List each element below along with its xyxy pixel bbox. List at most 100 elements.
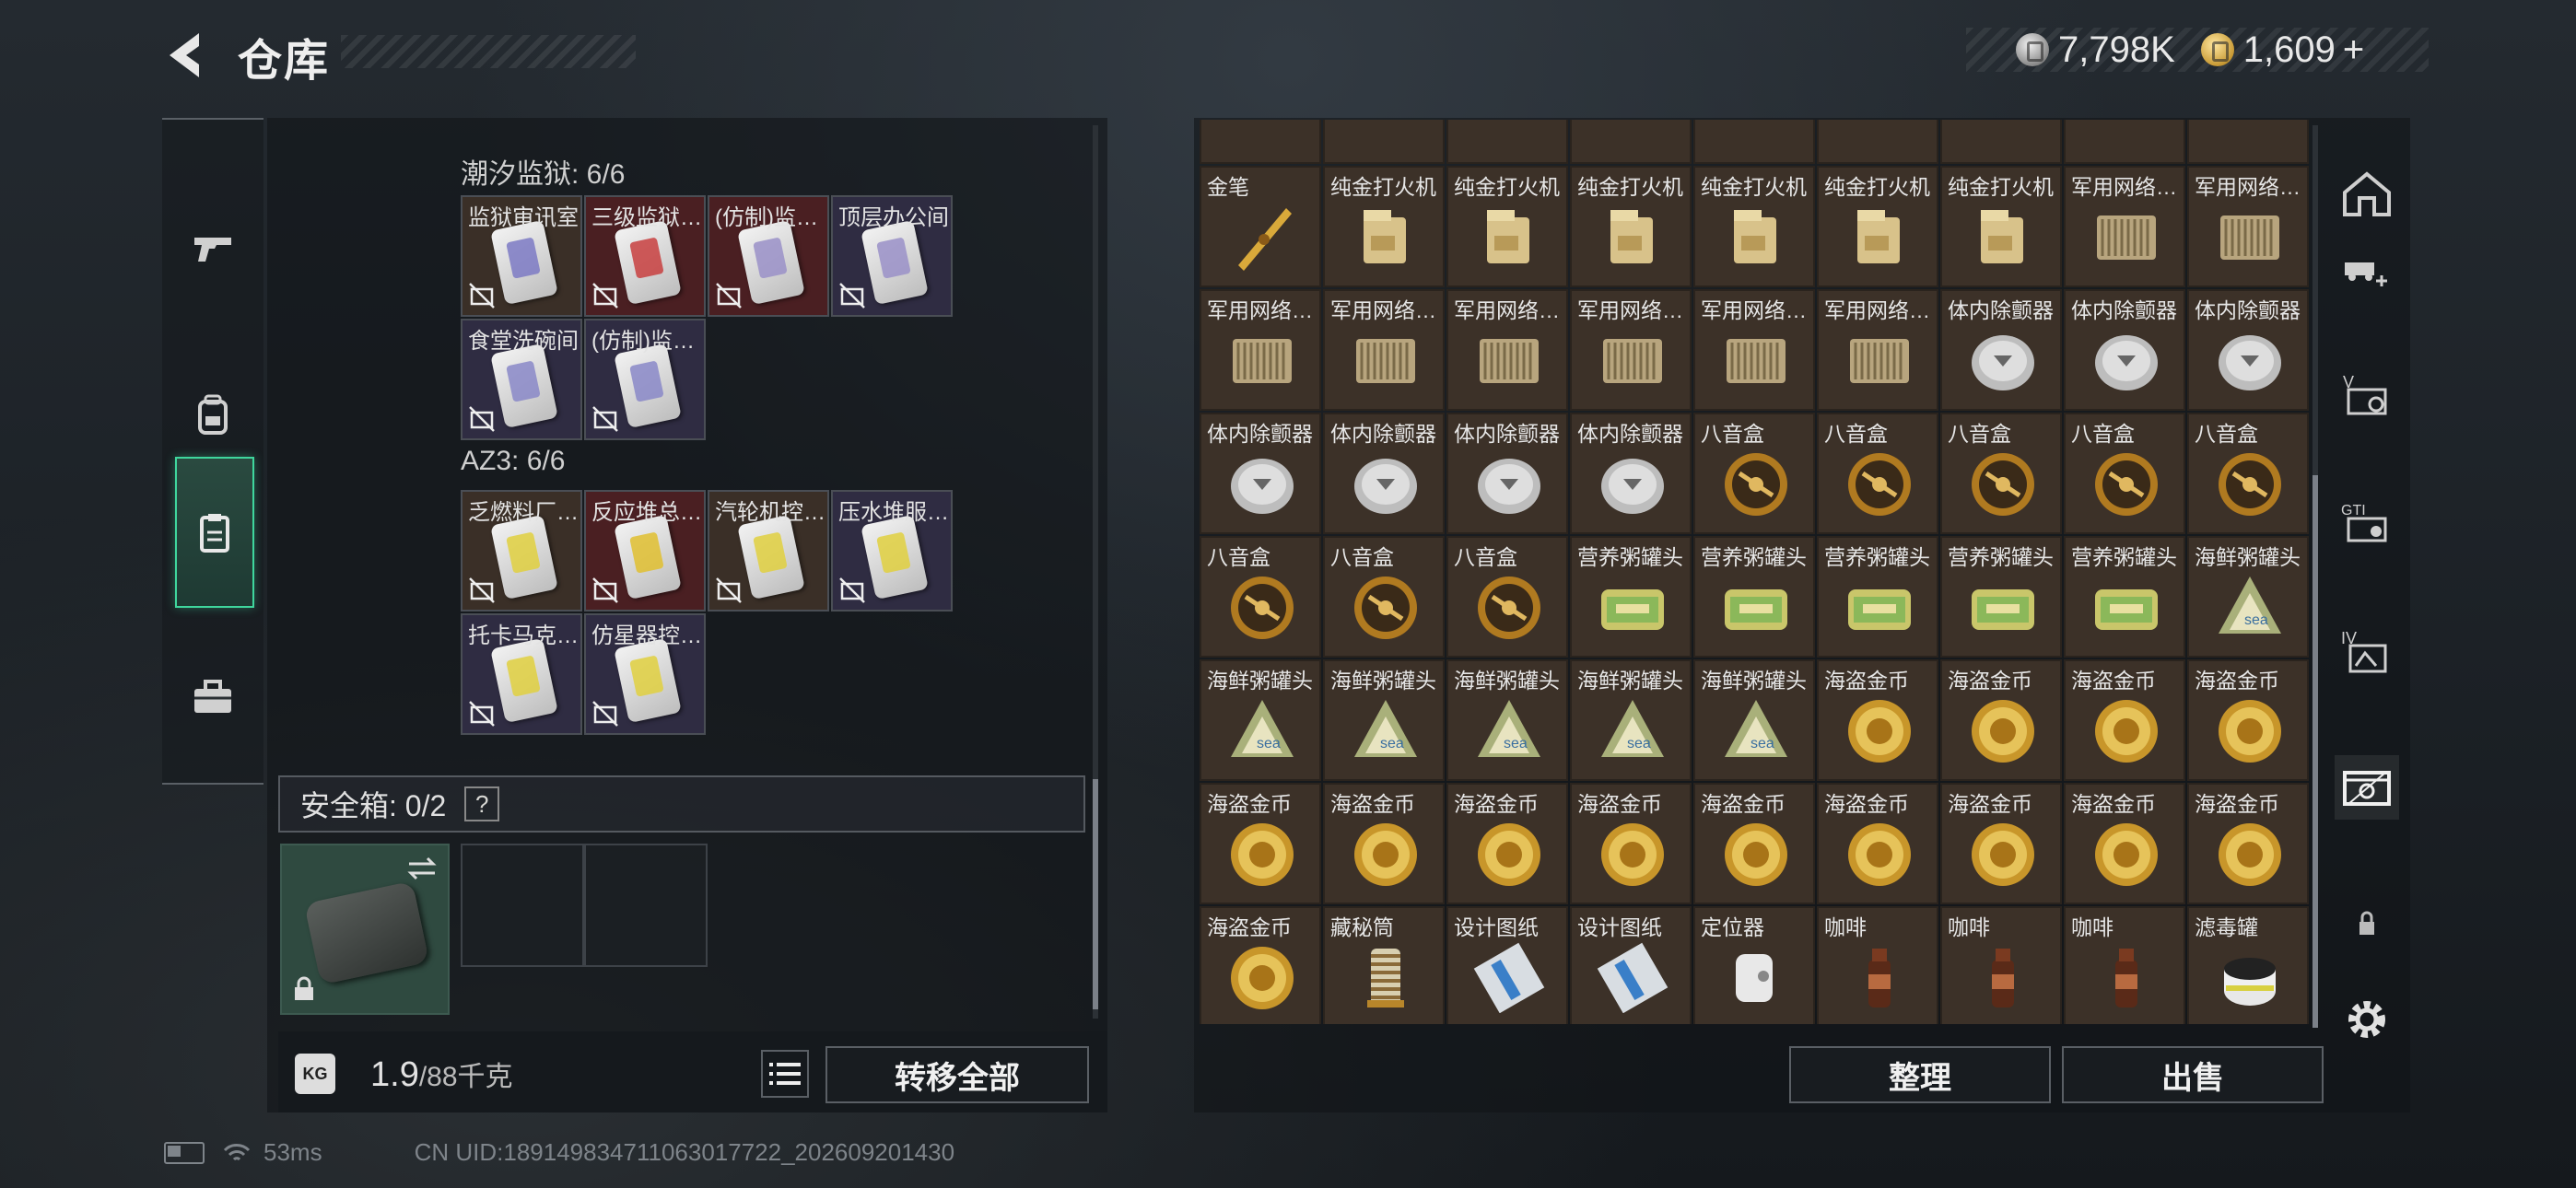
inventory-item[interactable]: 营养粥罐头 [1940,536,2062,658]
right-scroll-thumb[interactable] [2313,475,2318,1028]
inventory-item[interactable]: 八音盒 [1200,536,1321,658]
safe-box-slot[interactable] [280,844,450,1015]
partial-grid-cell[interactable] [1817,120,1938,164]
nav-case[interactable] [2335,755,2399,820]
inventory-item[interactable]: 海盗金币 [2064,783,2185,904]
left-scrollbar[interactable] [1093,125,1098,1019]
partial-grid-cell[interactable] [1940,120,2062,164]
inventory-item[interactable]: 军用网络… [1693,289,1815,411]
nav-settings[interactable] [2335,987,2399,1052]
inventory-item[interactable]: 军用网络… [2064,166,2185,287]
inventory-item[interactable]: 八音盒 [1446,536,1568,658]
transfer-all-button[interactable]: 转移全部 [825,1046,1089,1103]
inventory-item[interactable]: 海盗金币 [1940,659,2062,781]
right-scrollbar[interactable] [2313,125,2318,1028]
keycard-item[interactable]: 托卡马克… [461,613,582,735]
inventory-item[interactable]: 八音盒 [2187,413,2309,534]
empty-safe-slot[interactable] [584,844,708,967]
inventory-item[interactable]: 纯金打火机 [1323,166,1445,287]
inventory-item[interactable]: 藏秘筒 [1323,906,1445,1024]
inventory-item[interactable]: 纯金打火机 [1940,166,2062,287]
add-currency-button[interactable]: + [2343,29,2364,71]
list-view-button[interactable] [761,1050,809,1098]
keycard-item[interactable]: 汽轮机控… [708,490,829,611]
keycard-item[interactable]: 监狱审讯室 [461,195,582,317]
partial-grid-cell[interactable] [2064,120,2185,164]
inventory-item[interactable]: sea 海鲜粥罐头 [1693,659,1815,781]
help-button[interactable]: ? [464,786,500,821]
inventory-item[interactable]: sea 海鲜粥罐头 [1323,659,1445,781]
inventory-item[interactable]: 体内除颤器 [2187,289,2309,411]
inventory-item[interactable]: 体内除颤器 [1200,413,1321,534]
inventory-item[interactable]: 军用网络… [1446,289,1568,411]
inventory-item[interactable]: sea 海鲜粥罐头 [1446,659,1568,781]
inventory-item[interactable]: 海盗金币 [1570,783,1692,904]
inventory-item[interactable]: 体内除颤器 [1323,413,1445,534]
inventory-item[interactable]: 纯金打火机 [1817,166,1938,287]
inventory-item[interactable]: 八音盒 [1817,413,1938,534]
inventory-item[interactable]: sea 海鲜粥罐头 [1570,659,1692,781]
inventory-item[interactable]: 海盗金币 [2187,659,2309,781]
keycard-item[interactable]: 顶层办公间 [831,195,953,317]
inventory-item[interactable]: 军用网络… [1200,289,1321,411]
nav-tier-v[interactable]: V [2335,363,2399,427]
inventory-item[interactable]: sea 海鲜粥罐头 [2187,536,2309,658]
partial-grid-cell[interactable] [1200,120,1321,164]
keycard-item[interactable]: 压水堆服… [831,490,953,611]
inventory-item[interactable]: 海盗金币 [1200,783,1321,904]
keycard-item[interactable]: 仿星器控… [584,613,706,735]
inventory-item[interactable]: 海盗金币 [1940,783,2062,904]
keycard-item[interactable]: 乏燃料厂… [461,490,582,611]
partial-grid-cell[interactable] [1570,120,1692,164]
sell-button[interactable]: 出售 [2062,1046,2324,1103]
partial-grid-cell[interactable] [1323,120,1445,164]
keycard-item[interactable]: (仿制)监… [584,319,706,440]
inventory-item[interactable]: 海盗金币 [1446,783,1568,904]
nav-tools[interactable] [175,623,251,770]
inventory-item[interactable]: 体内除颤器 [1446,413,1568,534]
inventory-item[interactable]: 海盗金币 [2064,659,2185,781]
inventory-item[interactable]: 海盗金币 [1817,659,1938,781]
inventory-item[interactable]: sea 海鲜粥罐头 [1200,659,1321,781]
organize-button[interactable]: 整理 [1789,1046,2051,1103]
inventory-item[interactable]: 海盗金币 [1200,906,1321,1024]
inventory-item[interactable]: 滤毒罐 [2187,906,2309,1024]
inventory-item[interactable]: 体内除颤器 [1940,289,2062,411]
nav-weapons[interactable] [175,175,251,322]
partial-grid-cell[interactable] [1446,120,1568,164]
inventory-item[interactable]: 体内除颤器 [1570,413,1692,534]
keycard-item[interactable]: 食堂洗碗间 [461,319,582,440]
partial-grid-cell[interactable] [1693,120,1815,164]
inventory-item[interactable]: 营养粥罐头 [2064,536,2185,658]
inventory-item[interactable]: 海盗金币 [2187,783,2309,904]
inventory-item[interactable]: 海盗金币 [1323,783,1445,904]
back-button[interactable] [162,28,208,83]
inventory-item[interactable]: 八音盒 [1940,413,2062,534]
inventory-item[interactable]: 体内除颤器 [2064,289,2185,411]
inventory-item[interactable]: 军用网络… [1323,289,1445,411]
inventory-item[interactable]: 海盗金币 [1693,783,1815,904]
inventory-item[interactable]: 纯金打火机 [1570,166,1692,287]
inventory-item[interactable]: 设计图纸 [1446,906,1568,1024]
keycard-item[interactable]: (仿制)监… [708,195,829,317]
inventory-item[interactable]: 营养粥罐头 [1570,536,1692,658]
inventory-item[interactable]: 金笔 [1200,166,1321,287]
nav-gti[interactable]: GTI [2335,492,2399,556]
nav-lock[interactable] [2335,890,2399,954]
partial-grid-cell[interactable] [2187,120,2309,164]
inventory-item[interactable]: 咖啡 [1940,906,2062,1024]
nav-vehicle-add[interactable] [2335,234,2399,298]
inventory-item[interactable]: 纯金打火机 [1693,166,1815,287]
inventory-item[interactable]: 设计图纸 [1570,906,1692,1024]
inventory-item[interactable]: 纯金打火机 [1446,166,1568,287]
inventory-item[interactable]: 八音盒 [1323,536,1445,658]
keycard-item[interactable]: 三级监狱… [584,195,706,317]
inventory-item[interactable]: 海盗金币 [1817,783,1938,904]
inventory-item[interactable]: 八音盒 [1693,413,1815,534]
inventory-item[interactable]: 定位器 [1693,906,1815,1024]
inventory-item[interactable]: 营养粥罐头 [1817,536,1938,658]
keycard-item[interactable]: 反应堆总… [584,490,706,611]
inventory-item[interactable]: 营养粥罐头 [1693,536,1815,658]
inventory-item[interactable]: 军用网络… [2187,166,2309,287]
inventory-item[interactable]: 军用网络… [1570,289,1692,411]
